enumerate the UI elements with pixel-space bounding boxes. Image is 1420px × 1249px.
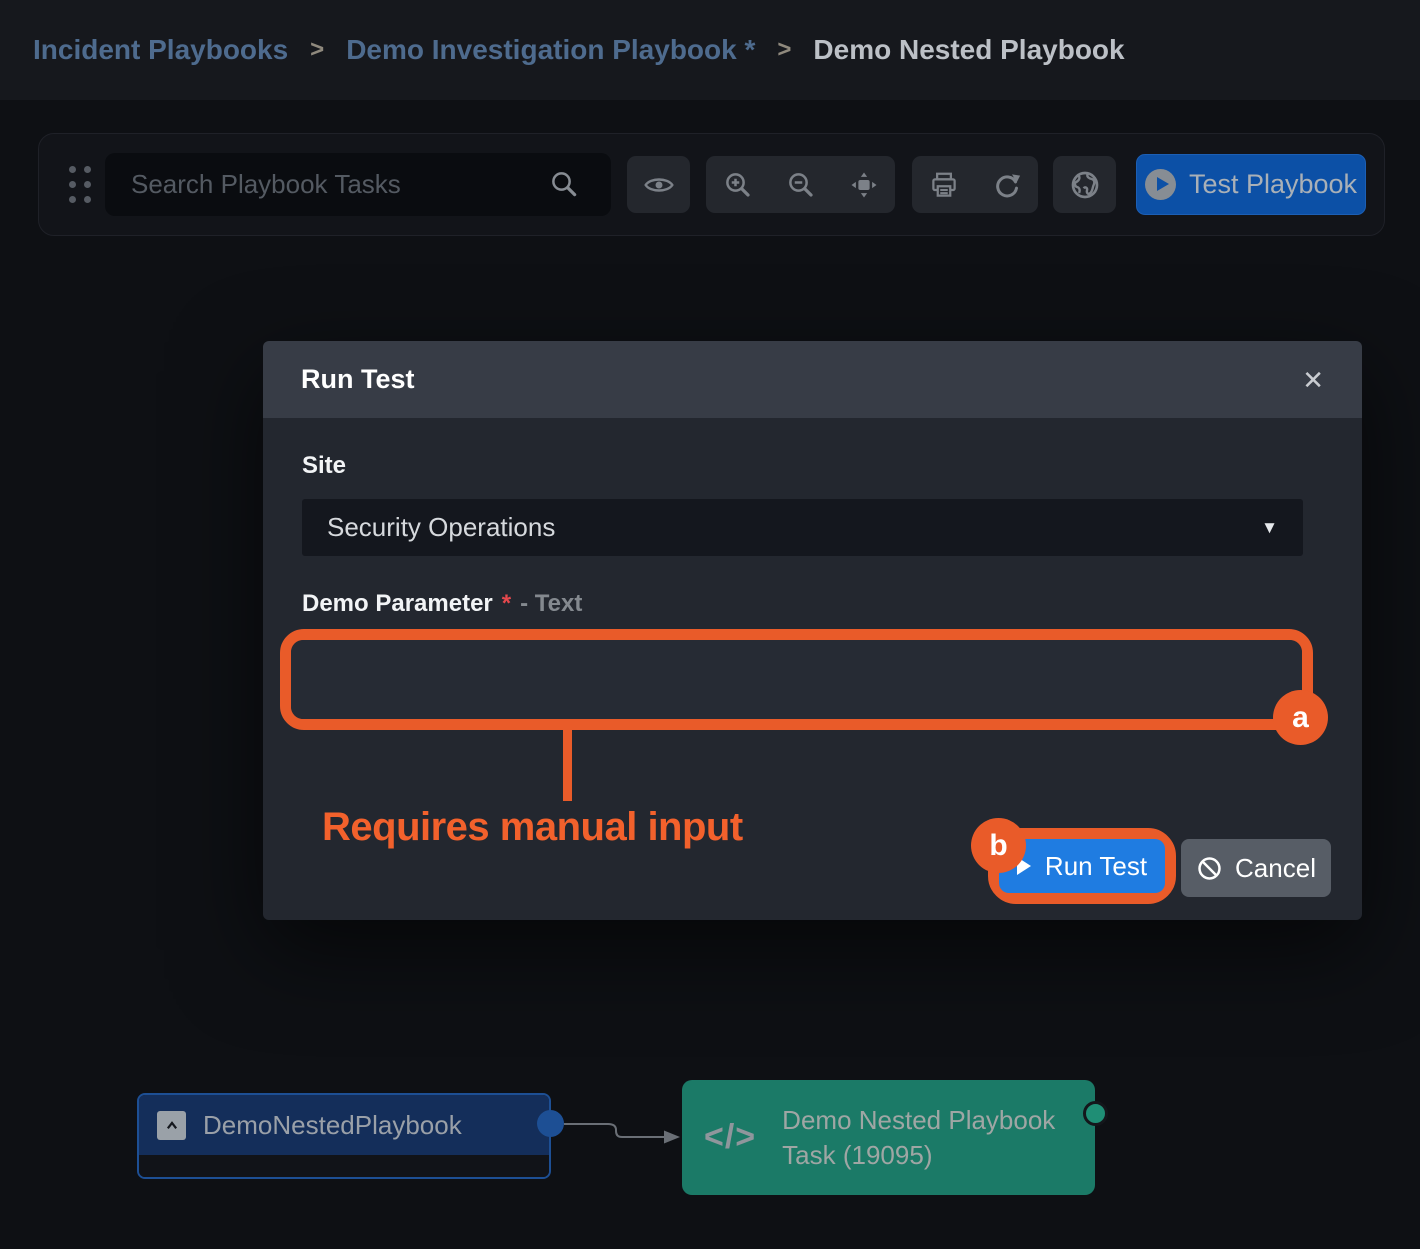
node2-label-line2: Task (19095) xyxy=(782,1138,1055,1173)
site-select-value: Security Operations xyxy=(327,512,555,543)
app-root: Incident Playbooks > Demo Investigation … xyxy=(0,0,1420,1249)
test-playbook-button[interactable]: Test Playbook xyxy=(1136,154,1366,215)
toggle-visibility-button[interactable] xyxy=(627,156,690,213)
modal-body: Site Security Operations ▼ Demo Paramete… xyxy=(263,418,1362,920)
site-select[interactable]: Security Operations ▼ xyxy=(302,499,1303,556)
modal-title: Run Test xyxy=(301,364,415,395)
code-icon: </> xyxy=(704,1118,756,1157)
node2-label: Demo Nested Playbook Task (19095) xyxy=(782,1103,1055,1173)
param-name: Demo Parameter xyxy=(302,590,493,618)
annotation-callout-line xyxy=(563,730,572,801)
site-label: Site xyxy=(302,452,346,480)
cancel-icon xyxy=(1196,855,1223,882)
edge-connector xyxy=(556,1108,696,1168)
annotation-marker-a: a xyxy=(1273,690,1328,745)
globe-icon xyxy=(1069,169,1101,201)
close-icon[interactable]: ✕ xyxy=(1302,367,1324,393)
node-demo-nested-playbook-task[interactable]: </> Demo Nested Playbook Task (19095) xyxy=(682,1080,1095,1195)
test-playbook-label: Test Playbook xyxy=(1189,169,1357,200)
chevron-right-icon: > xyxy=(310,36,324,64)
node1-footer xyxy=(139,1155,549,1177)
node2-label-line1: Demo Nested Playbook xyxy=(782,1103,1055,1138)
playbook-toolbar: Test Playbook xyxy=(38,133,1385,236)
breadcrumb-demo-investigation-playbook[interactable]: Demo Investigation Playbook * xyxy=(346,34,755,66)
search-input[interactable] xyxy=(105,153,611,216)
fit-to-view-icon xyxy=(849,170,879,200)
print-button[interactable] xyxy=(912,156,975,213)
annotation-highlight-a xyxy=(280,629,1313,730)
fit-to-view-button[interactable] xyxy=(832,156,895,213)
zoom-out-button[interactable] xyxy=(769,156,832,213)
node1-header: DemoNestedPlaybook xyxy=(139,1095,549,1155)
zoom-controls-group xyxy=(706,156,895,213)
output-controls-group xyxy=(912,156,1038,213)
node1-label: DemoNestedPlaybook xyxy=(203,1110,462,1141)
breadcrumb-current-page: Demo Nested Playbook xyxy=(813,34,1124,66)
modal-header: Run Test ✕ xyxy=(263,341,1362,418)
run-test-modal: Run Test ✕ Site Security Operations ▼ De… xyxy=(263,341,1362,920)
annotation-marker-b: b xyxy=(971,818,1026,873)
breadcrumb-incident-playbooks[interactable]: Incident Playbooks xyxy=(33,34,288,66)
search-icon xyxy=(549,169,579,199)
globe-button[interactable] xyxy=(1053,156,1116,213)
annotation-note: Requires manual input xyxy=(322,805,743,850)
zoom-in-button[interactable] xyxy=(706,156,769,213)
refresh-icon xyxy=(992,170,1022,200)
required-asterisk: * xyxy=(502,590,511,618)
demo-parameter-label: Demo Parameter * - Text xyxy=(302,590,582,618)
param-type: - Text xyxy=(520,590,582,618)
search-box xyxy=(105,153,611,216)
drag-handle-icon[interactable] xyxy=(69,166,91,203)
cancel-label: Cancel xyxy=(1235,853,1316,884)
chevron-down-icon: ▼ xyxy=(1261,518,1278,538)
demo-parameter-input[interactable] xyxy=(291,640,1302,719)
node-demo-nested-playbook[interactable]: DemoNestedPlaybook xyxy=(137,1093,551,1179)
refresh-button[interactable] xyxy=(975,156,1038,213)
eye-icon xyxy=(643,169,675,201)
chevron-right-icon: > xyxy=(777,36,791,64)
zoom-out-icon xyxy=(786,170,816,200)
play-circle-icon xyxy=(1145,169,1176,200)
cancel-button[interactable]: Cancel xyxy=(1181,839,1331,897)
node2-output-port[interactable] xyxy=(1083,1101,1108,1126)
collapse-chevron-icon[interactable] xyxy=(157,1111,186,1140)
printer-icon xyxy=(929,170,959,200)
breadcrumb: Incident Playbooks > Demo Investigation … xyxy=(0,0,1420,100)
zoom-in-icon xyxy=(723,170,753,200)
run-test-label: Run Test xyxy=(1045,851,1147,882)
